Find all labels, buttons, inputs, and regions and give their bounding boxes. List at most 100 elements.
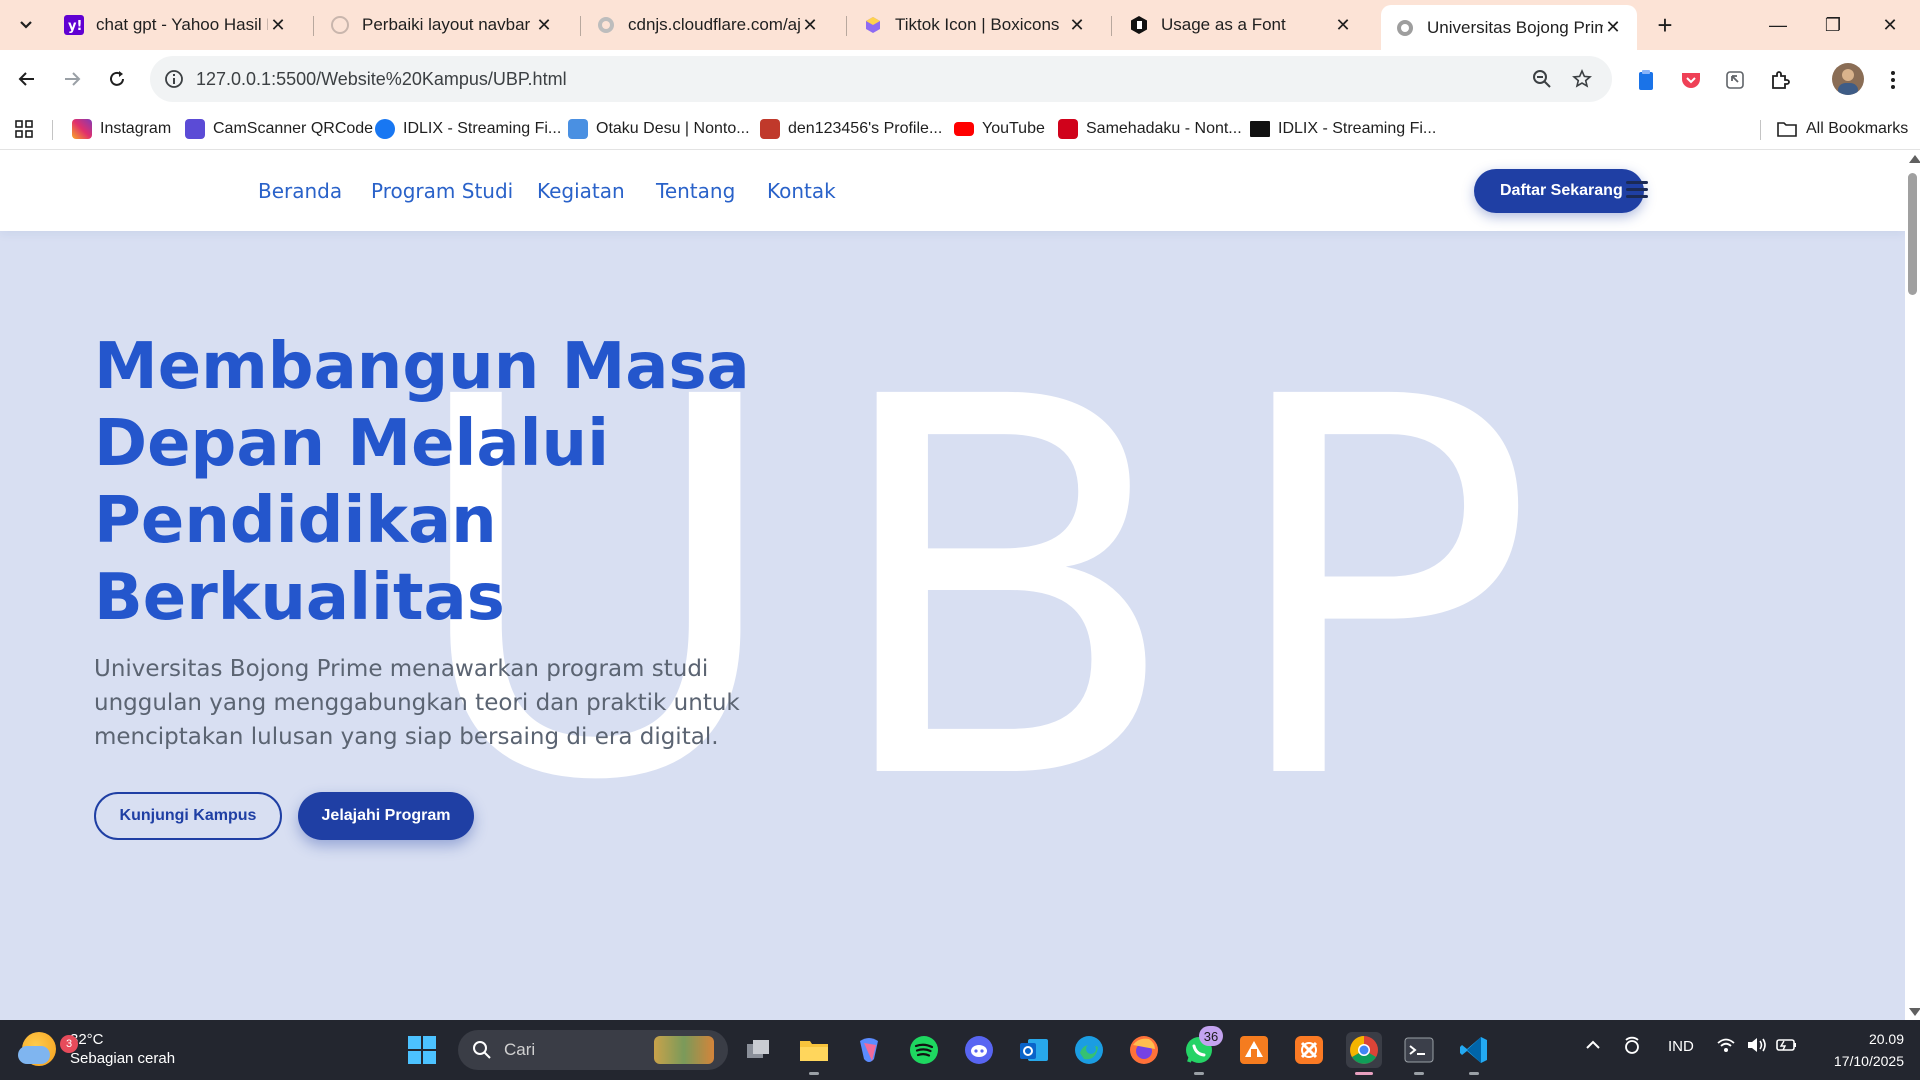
edge-icon[interactable] bbox=[1071, 1032, 1107, 1068]
tab-cdnjs[interactable]: cdnjs.cloudflare.com/ajax/l ✕ bbox=[582, 5, 834, 45]
close-icon[interactable]: ✕ bbox=[1333, 15, 1353, 35]
back-button[interactable] bbox=[10, 62, 44, 96]
daftar-sekarang-button[interactable]: Daftar Sekarang bbox=[1474, 169, 1644, 213]
bookmark-instagram[interactable]: Instagram bbox=[72, 117, 171, 141]
bookmark-idlix-2[interactable]: IDLIX - Streaming Fi... bbox=[1250, 117, 1436, 141]
bookmark-samehadaku[interactable]: Samehadaku - Nont... bbox=[1058, 117, 1242, 141]
reload-button[interactable] bbox=[100, 62, 134, 96]
minimize-button[interactable]: — bbox=[1754, 8, 1802, 42]
hero-description: Universitas Bojong Prime menawarkan prog… bbox=[94, 656, 740, 750]
nav-link-beranda[interactable]: Beranda bbox=[258, 179, 342, 203]
extension-cursor-icon[interactable] bbox=[1722, 67, 1748, 93]
scroll-down-arrow-icon[interactable] bbox=[1909, 1008, 1920, 1016]
firefox-icon[interactable] bbox=[1126, 1032, 1162, 1068]
tab-title: Usage as a Font bbox=[1161, 15, 1286, 34]
close-icon[interactable]: ✕ bbox=[268, 15, 288, 35]
windows-start-icon[interactable] bbox=[404, 1032, 440, 1068]
weather-partly-sunny-icon bbox=[18, 1032, 56, 1066]
task-view-icon[interactable] bbox=[741, 1032, 777, 1068]
weather-widget[interactable]: 3 32°C Sebagian cerah bbox=[18, 1030, 175, 1068]
chrome-icon[interactable] bbox=[1346, 1032, 1382, 1075]
tab-boxicons[interactable]: Tiktok Icon | Boxicons ✕ bbox=[849, 5, 1101, 45]
boxicons-icon bbox=[863, 15, 883, 35]
folder-icon bbox=[1777, 122, 1797, 137]
close-window-button[interactable]: ✕ bbox=[1866, 8, 1914, 42]
vscode-icon[interactable] bbox=[1456, 1032, 1492, 1075]
tab-title: cdnjs.cloudflare.com/ajax/l bbox=[628, 15, 800, 34]
globe-icon bbox=[596, 15, 616, 35]
forward-button[interactable] bbox=[55, 62, 89, 96]
location-icon[interactable] bbox=[1623, 1036, 1641, 1060]
show-hidden-icons-chevron-up-icon[interactable] bbox=[1585, 1038, 1601, 1055]
spotify-icon[interactable] bbox=[906, 1032, 942, 1068]
copilot-icon[interactable] bbox=[851, 1032, 887, 1068]
close-icon[interactable]: ✕ bbox=[1603, 17, 1623, 38]
apps-grid-icon[interactable] bbox=[14, 117, 34, 141]
outlook-icon[interactable] bbox=[1016, 1032, 1052, 1068]
volume-icon[interactable] bbox=[1746, 1036, 1768, 1058]
close-icon[interactable]: ✕ bbox=[1067, 15, 1087, 35]
profile-avatar[interactable] bbox=[1832, 63, 1864, 95]
taskbar-search-box[interactable]: Cari bbox=[458, 1030, 728, 1070]
language-indicator[interactable]: IND bbox=[1668, 1038, 1694, 1055]
system-clock[interactable]: 20.09 17/10/2025 bbox=[1816, 1028, 1904, 1072]
scroll-up-arrow-icon[interactable] bbox=[1909, 155, 1920, 163]
sublime-orange-icon[interactable] bbox=[1236, 1032, 1272, 1068]
kunjungi-kampus-button[interactable]: Kunjungi Kampus bbox=[94, 792, 282, 840]
url-text: 127.0.0.1:5500/Website%20Kampus/UBP.html bbox=[196, 69, 567, 89]
jelajahi-program-button[interactable]: Jelajahi Program bbox=[298, 792, 474, 840]
nav-link-tentang[interactable]: Tentang bbox=[656, 179, 735, 203]
search-icon bbox=[473, 1041, 491, 1059]
bookmark-camscanner[interactable]: CamScanner QRCode bbox=[185, 117, 373, 141]
close-icon[interactable]: ✕ bbox=[800, 15, 820, 35]
weather-temperature: 32°C bbox=[70, 1031, 104, 1048]
site-info-icon[interactable] bbox=[162, 67, 186, 91]
extensions-puzzle-icon[interactable] bbox=[1767, 67, 1793, 93]
tab-chatgpt[interactable]: Perbaiki layout navbar ✕ bbox=[316, 5, 568, 45]
page-scrollbar[interactable] bbox=[1905, 151, 1920, 1020]
close-icon[interactable]: ✕ bbox=[534, 15, 554, 35]
bookmark-idlix-1[interactable]: IDLIX - Streaming Fi... bbox=[375, 117, 561, 141]
xampp-icon[interactable] bbox=[1291, 1032, 1327, 1068]
nav-link-kontak[interactable]: Kontak bbox=[767, 179, 836, 203]
hamburger-menu-icon[interactable] bbox=[1626, 181, 1648, 199]
tab-yahoo[interactable]: y! chat gpt - Yahoo Hasil Pen ✕ bbox=[50, 5, 302, 45]
star-icon[interactable] bbox=[1570, 67, 1594, 91]
instagram-icon bbox=[72, 119, 92, 139]
openai-icon bbox=[330, 15, 350, 35]
nav-link-kegiatan[interactable]: Kegiatan bbox=[537, 179, 625, 203]
bookmark-youtube[interactable]: YouTube bbox=[954, 117, 1045, 141]
scroll-thumb[interactable] bbox=[1908, 173, 1917, 295]
idlix-icon bbox=[1250, 121, 1270, 137]
new-tab-button[interactable]: + bbox=[1650, 10, 1680, 40]
wifi-icon[interactable] bbox=[1716, 1036, 1736, 1058]
whatsapp-icon[interactable]: 36 bbox=[1181, 1026, 1223, 1075]
extension-clipboard-icon[interactable] bbox=[1633, 67, 1659, 93]
tab-search-button[interactable] bbox=[10, 9, 42, 41]
browser-menu-icon[interactable] bbox=[1880, 67, 1906, 93]
hero-title: Membangun Masa Depan Melalui Pendidikan … bbox=[94, 330, 750, 635]
discord-icon[interactable] bbox=[961, 1032, 997, 1068]
terminal-icon[interactable] bbox=[1401, 1032, 1437, 1075]
extension-pocket-icon[interactable] bbox=[1678, 67, 1704, 93]
fontawesome-icon bbox=[1129, 15, 1149, 35]
tab-title: Universitas Bojong Prime bbox=[1427, 17, 1603, 37]
restore-button[interactable]: ❐ bbox=[1809, 8, 1857, 42]
tab-fontawesome[interactable]: Usage as a Font ✕ bbox=[1115, 5, 1367, 45]
browser-toolbar: 127.0.0.1:5500/Website%20Kampus/UBP.html bbox=[0, 50, 1920, 108]
nav-link-program-studi[interactable]: Program Studi bbox=[371, 179, 513, 203]
steam-profile-icon bbox=[760, 119, 780, 139]
battery-icon[interactable] bbox=[1776, 1036, 1798, 1058]
zoom-icon[interactable] bbox=[1530, 67, 1554, 91]
globe-icon bbox=[1395, 18, 1415, 38]
clock-date: 17/10/2025 bbox=[1833, 1053, 1904, 1069]
all-bookmarks-button[interactable]: All Bookmarks bbox=[1776, 117, 1908, 141]
address-bar[interactable]: 127.0.0.1:5500/Website%20Kampus/UBP.html bbox=[150, 56, 1612, 102]
tab-ubp-active[interactable]: Universitas Bojong Prime ✕ bbox=[1381, 5, 1637, 50]
tab-title: Perbaiki layout navbar bbox=[362, 15, 531, 34]
file-explorer-icon[interactable] bbox=[796, 1032, 832, 1075]
bookmark-den123456[interactable]: den123456's Profile... bbox=[760, 117, 942, 141]
weather-badge: 3 bbox=[60, 1035, 78, 1053]
bookmarks-bar: Instagram CamScanner QRCode IDLIX - Stre… bbox=[0, 108, 1920, 150]
bookmark-otakudesu[interactable]: Otaku Desu | Nonto... bbox=[568, 117, 750, 141]
